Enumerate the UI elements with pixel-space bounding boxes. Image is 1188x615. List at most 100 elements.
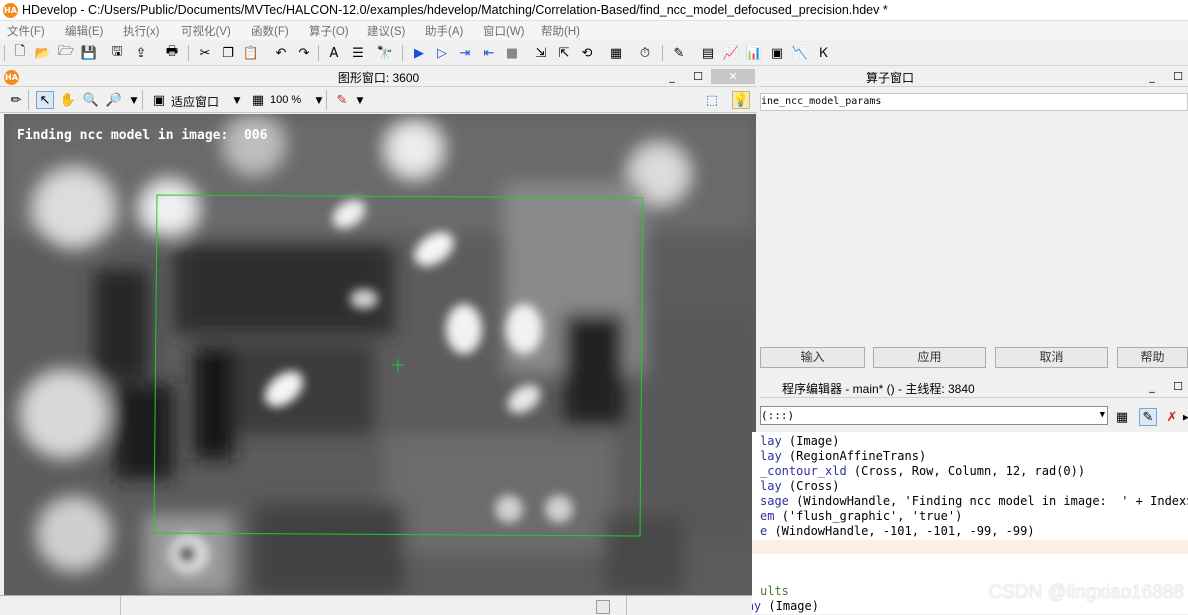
menu-operators[interactable]: 算子(O) [309,23,349,39]
minimize-icon[interactable]: _ [664,69,680,84]
code-line[interactable]: sage (WindowHandle, 'Finding ncc model i… [760,494,1188,508]
graphics-toolbar: ✏ ↖ ✋ 🔍 🔎 ▼ ▣ 适应窗口 ▼ ▦ 100 % ▼ ✎ ▼ ⬚ 💡 [0,88,757,113]
fit-window-label[interactable]: 适应窗口 [171,93,219,110]
code-line[interactable]: _contour_xld (Cross, Row, Column, 12, ra… [760,464,1085,478]
copy-icon[interactable]: ❐ [219,44,237,62]
list-icon[interactable]: ☰ [349,44,367,62]
chevron-down-icon[interactable]: ▼ [1100,407,1105,424]
print-icon[interactable]: 🖶 [163,44,181,62]
ocr-icon[interactable]: Ꮶ [815,44,833,62]
pixel-info-icon[interactable]: ⬚ [703,91,721,109]
open-folder-icon[interactable]: 🗁 [57,44,75,62]
step-icon[interactable]: ▷ [433,44,451,62]
timer-icon[interactable]: ⏱ [636,44,654,62]
find-icon[interactable]: 🔭 [376,44,394,62]
fit-window-icon[interactable]: ▣ [150,91,168,109]
code-line[interactable]: lay (Image) [760,434,839,448]
main-toolbar: 🗋 📂 🗁 💾 🖫 ⇪ 🖶 ✂ ❐ 📋 ↶ ↷ A ☰ 🔭 ▶ ▷ ⇥ ⇤ ■ … [0,40,1188,66]
toolbar-separator [402,45,403,61]
menu-suggestions[interactable]: 建议(S) [367,23,405,39]
menu-assistants[interactable]: 助手(A) [425,23,463,39]
zoom-plus-icon[interactable]: 🔎 [105,91,123,109]
code-comment-line[interactable]: ults [760,584,789,598]
input-button[interactable]: 输入 [760,347,865,368]
chevron-down-icon[interactable]: ▼ [351,92,369,110]
help-button[interactable]: 帮助 [1117,347,1188,368]
graphics-window-header: HA 图形窗口: 3600 _ ☐ ✕ [0,67,757,87]
code-line[interactable]: em ('flush_graphic', 'true') [760,509,962,523]
code-line[interactable]: lay (RegionAffineTrans) [760,449,926,463]
divider [120,596,121,615]
open-icon[interactable]: 📂 [34,44,52,62]
program-editor-title: 程序编辑器 - main* () - 主线程: 3840 [782,382,975,396]
operator-name-field[interactable]: ine_ncc_model_params [760,93,1188,111]
undo-icon[interactable]: ↶ [272,44,290,62]
save-icon[interactable]: 💾 [80,44,98,62]
graphics-canvas[interactable]: Finding ncc model in image: 006 [4,114,756,595]
step-over-icon[interactable]: ⇥ [456,44,474,62]
menu-visualization[interactable]: 可视化(V) [181,23,231,39]
cancel-button[interactable]: 取消 [995,347,1108,368]
cut-icon[interactable]: ✂ [196,44,214,62]
inspect-icon[interactable]: ▣ [768,44,786,62]
menu-file[interactable]: 文件(F) [7,23,45,39]
scrollbar-thumb[interactable] [596,600,610,614]
export-icon[interactable]: ⇪ [132,44,150,62]
step-back-icon[interactable]: ⇤ [480,44,498,62]
code-line[interactable]: 48 dev_display (Image) [752,599,819,613]
redo-icon[interactable]: ↷ [295,44,313,62]
zoom-value[interactable]: 100 % [270,94,301,106]
image-display [4,114,756,595]
chevron-down-icon[interactable]: ▼ [228,92,246,110]
code-line[interactable]: lay (Cross) [760,479,839,493]
operator-window-header: 算子窗口 _ ☐ [760,67,1188,87]
current-line-highlight [752,540,1188,554]
feature-icon[interactable]: 📉 [791,44,809,62]
variables-icon[interactable]: ▤ [699,44,717,62]
menu-edit[interactable]: 编辑(E) [65,23,103,39]
reset-icon[interactable]: ⟲ [578,44,596,62]
procedure-edit-icon[interactable]: ▦ [1113,408,1131,426]
menu-help[interactable]: 帮助(H) [541,23,580,39]
step-out-icon[interactable]: ⇱ [555,44,573,62]
pencil-icon[interactable]: ✏ [7,91,25,109]
toolbar-separator [188,45,189,61]
histogram-icon[interactable]: 📈 [722,44,740,62]
menu-window[interactable]: 窗口(W) [483,23,525,39]
step-into-icon[interactable]: ⇲ [532,44,550,62]
minimize-icon[interactable]: _ [1144,69,1160,84]
edit-mode-icon[interactable]: ✎ [1139,408,1157,426]
paste-icon[interactable]: 📋 [242,44,260,62]
apply-button[interactable]: 应用 [873,347,986,368]
color-settings-icon[interactable]: ✎ [333,91,351,109]
maximize-icon[interactable]: ☐ [690,69,706,84]
operator-window-body [760,92,1188,342]
more-icon[interactable]: ▸ [1183,408,1188,426]
hand-icon[interactable]: ✋ [59,91,77,109]
profile-chart-icon[interactable]: 📊 [745,44,763,62]
maximize-icon[interactable]: ☐ [1170,69,1186,84]
code-line[interactable]: e (WindowHandle, -101, -101, -99, -99) [760,524,1035,538]
toolbar-separator [4,45,5,61]
save-all-icon[interactable]: 🖫 [108,44,126,62]
zoom-icon[interactable]: 🔍 [82,91,100,109]
chevron-down-icon[interactable]: ▼ [125,92,143,110]
minimize-icon[interactable]: _ [1144,379,1160,394]
assistant-icon[interactable]: ✎ [670,44,688,62]
maximize-icon[interactable]: ☐ [1170,379,1186,394]
pointer-icon[interactable]: ↖ [36,91,54,109]
stop-icon[interactable]: ■ [503,44,521,62]
menu-execute[interactable]: 执行(x) [123,23,159,39]
zoom-level-icon[interactable]: ▦ [249,91,267,109]
new-file-icon[interactable]: 🗋 [11,44,29,62]
breakpoint-icon[interactable]: ✗ [1163,408,1181,426]
close-icon[interactable]: ✕ [711,69,755,84]
menu-functions[interactable]: 函数(F) [251,23,289,39]
profile-icon[interactable]: ▦ [607,44,625,62]
procedure-select[interactable]: (:::) ▼ [760,406,1108,425]
bulb-icon[interactable]: 💡 [732,91,750,109]
run-icon[interactable]: ▶ [410,44,428,62]
text-icon[interactable]: A [325,44,343,62]
program-editor-header: 程序编辑器 - main* () - 主线程: 3840 _ ☐ [760,377,1188,398]
bottom-panel [0,595,757,615]
